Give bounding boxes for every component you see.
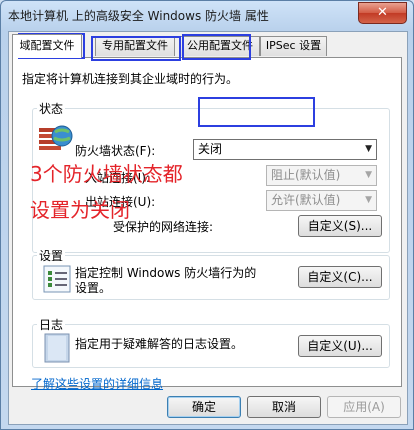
- annotation-text-line2: 设置为关闭: [30, 198, 130, 222]
- annotation-box-public-tab: [182, 34, 251, 60]
- settings-group-label: 设置: [37, 247, 66, 264]
- apply-button[interactable]: 应用(A): [327, 396, 401, 418]
- annotation-box-private-tab: [91, 36, 181, 61]
- tab-ipsec-settings[interactable]: IPSec 设置: [260, 36, 327, 56]
- learn-more-link[interactable]: 了解这些设置的详细信息: [31, 375, 163, 392]
- annotation-box-firewall-state: [198, 97, 315, 127]
- window-title: 本地计算机 上的高级安全 Windows 防火墙 属性: [8, 9, 269, 23]
- logging-customize-button[interactable]: 自定义(U)...: [298, 335, 382, 357]
- logging-description: 指定用于疑难解答的日志设置。: [75, 337, 244, 351]
- checklist-icon: [43, 265, 71, 293]
- notebook-icon: [44, 333, 70, 363]
- firewall-shield-icon: [39, 125, 73, 150]
- state-group-label: 状态: [37, 100, 66, 117]
- logging-group-label: 日志: [37, 316, 66, 333]
- dialog-client: 域配置文件 专用配置文件 公用配置文件 IPSec 设置 指定将计算机连接到其企…: [8, 31, 408, 425]
- settings-customize-button[interactable]: 自定义(C)...: [298, 266, 382, 288]
- outbound-value: 允许(默认值): [271, 193, 341, 207]
- panel-description: 指定将计算机连接到其企业域时的行为。: [22, 72, 239, 86]
- chevron-down-icon: ▼: [365, 170, 372, 180]
- firewall-state-label: 防火墙状态(F):: [75, 144, 156, 158]
- cancel-button[interactable]: 取消: [247, 396, 321, 418]
- inbound-select[interactable]: 阻止(默认值) ▼: [266, 165, 377, 186]
- tab-domain-profile[interactable]: 域配置文件: [12, 34, 82, 58]
- protected-connections-customize-button[interactable]: 自定义(S)...: [298, 215, 382, 237]
- chevron-down-icon: ▼: [365, 195, 372, 205]
- annotation-text-line1: 3个防火墙状态都: [30, 162, 183, 186]
- outbound-select[interactable]: 允许(默认值) ▼: [266, 190, 377, 211]
- chevron-down-icon: ▼: [365, 144, 372, 154]
- close-button[interactable]: ✕: [358, 2, 407, 24]
- ok-button[interactable]: 确定: [167, 396, 241, 418]
- inbound-value: 阻止(默认值): [271, 168, 341, 182]
- title-bar[interactable]: 本地计算机 上的高级安全 Windows 防火墙 属性 ✕: [1, 1, 413, 29]
- firewall-state-select[interactable]: 关闭 ▼: [193, 139, 377, 160]
- settings-description-line2: 设置。: [75, 281, 112, 295]
- firewall-state-value: 关闭: [198, 142, 223, 156]
